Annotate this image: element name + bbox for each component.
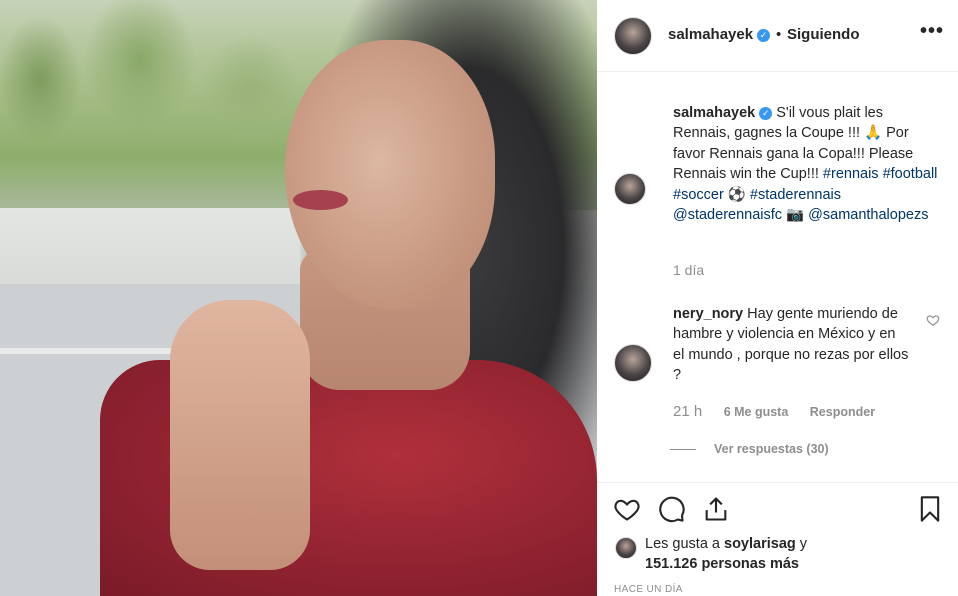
commenter-username[interactable]: nery_nory xyxy=(673,306,743,322)
likes-count[interactable]: 151.126 personas más xyxy=(645,556,799,572)
caption-author-avatar[interactable] xyxy=(614,173,646,205)
praying-hands xyxy=(170,300,310,570)
likes-prefix: Les gusta a xyxy=(645,536,720,552)
post-photo[interactable] xyxy=(0,0,597,596)
caption-time[interactable]: 1 día xyxy=(673,262,704,278)
comment-meta: 21 h 6 Me gusta Responder xyxy=(673,403,893,420)
mention-staderennaisfc[interactable]: @staderennaisfc xyxy=(673,207,782,223)
background-wall xyxy=(0,208,300,284)
follow-status-button[interactable]: Siguiendo xyxy=(787,26,860,43)
comment-likes[interactable]: 6 Me gusta xyxy=(724,405,789,419)
likes-connector: y xyxy=(799,536,808,552)
comment-icon[interactable] xyxy=(658,495,686,523)
reply-button[interactable]: Responder xyxy=(810,405,875,419)
verified-badge-icon: ✓ xyxy=(759,106,773,120)
post-caption: salmahayek ✓ S'il vous plait les Rennais,… xyxy=(673,103,943,225)
hashtag-football[interactable]: #football xyxy=(883,166,938,182)
lips xyxy=(293,190,348,210)
like-comment-icon[interactable] xyxy=(926,313,940,327)
post-side-panel: salmahayek ✓ • Siguiendo ••• salmahayek ✓ … xyxy=(597,0,958,596)
verified-badge-icon: ✓ xyxy=(757,28,771,42)
bookmark-icon[interactable] xyxy=(916,495,944,523)
likes-summary: Les gusta a soylarisag y 151.126 persona… xyxy=(645,534,807,574)
view-replies-label[interactable]: Ver respuestas (30) xyxy=(714,442,829,456)
caption-username[interactable]: salmahayek xyxy=(673,105,755,121)
comment: nery_nory Hay gente muriendo de hambre y… xyxy=(673,304,909,386)
post-header: salmahayek ✓ • Siguiendo ••• xyxy=(597,0,958,72)
hashtag-staderennais[interactable]: #staderennais xyxy=(750,187,841,203)
soccer-ball-emoji: ⚽ xyxy=(727,186,746,203)
hashtag-soccer[interactable]: #soccer xyxy=(673,187,724,203)
more-options-icon[interactable]: ••• xyxy=(920,20,944,43)
liker-username[interactable]: soylarisag xyxy=(724,536,796,552)
author-username-text[interactable]: salmahayek xyxy=(668,26,753,43)
separator-dot: • xyxy=(776,26,782,43)
commenter-avatar[interactable] xyxy=(614,344,652,382)
camera-emoji: 📷 xyxy=(786,207,805,224)
author-username[interactable]: salmahayek ✓ xyxy=(668,26,771,43)
post-timestamp[interactable]: HACE UN DÍA xyxy=(614,584,683,595)
face xyxy=(285,40,495,310)
author-avatar[interactable] xyxy=(614,17,652,55)
heart-icon[interactable] xyxy=(613,495,641,523)
liker-avatar[interactable] xyxy=(615,537,637,559)
replies-line xyxy=(670,449,696,451)
hashtag-rennais[interactable]: #rennais xyxy=(823,166,879,182)
comment-time[interactable]: 21 h xyxy=(673,403,702,420)
share-icon[interactable] xyxy=(702,495,730,523)
mention-samanthalopezs[interactable]: @samanthalopezs xyxy=(808,207,928,223)
view-replies-button[interactable]: Ver respuestas (30) xyxy=(670,442,829,456)
